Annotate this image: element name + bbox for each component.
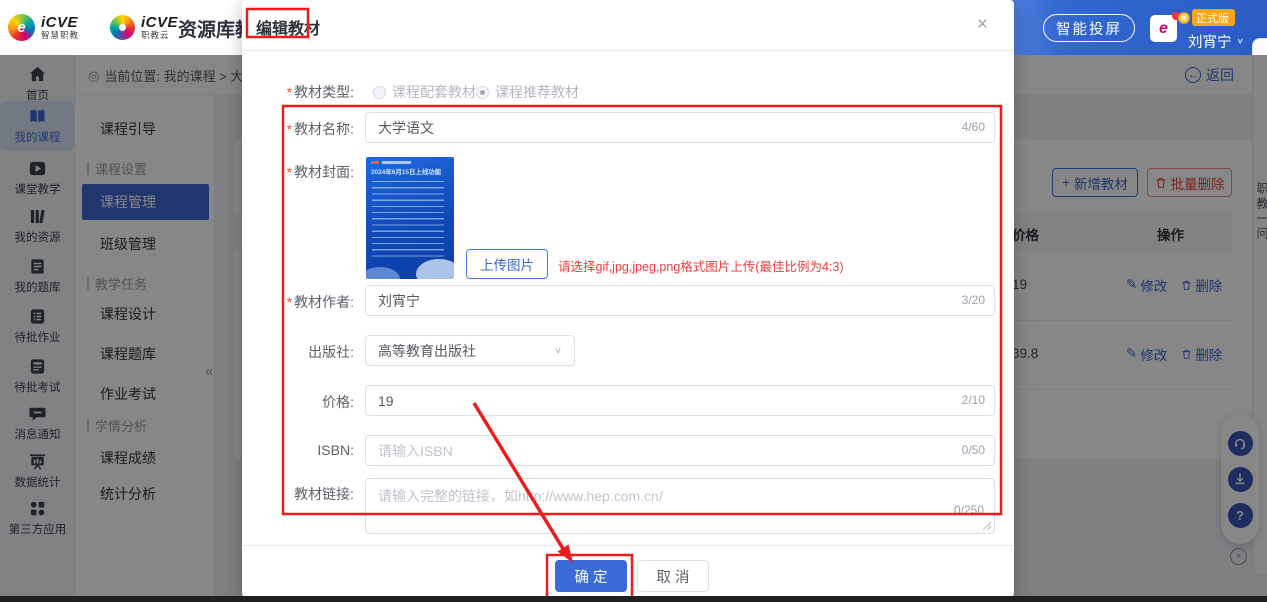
radio-option-bundled[interactable]: 课程配套教材 [373,82,476,102]
isbn-input[interactable] [365,435,995,466]
field-label-isbn: ISBN: [242,442,354,458]
divider [242,50,1014,51]
author-field-wrap: 3/20 [365,285,995,316]
shell-icon [110,15,135,40]
upload-image-button[interactable]: 上传图片 [466,249,548,279]
price-input[interactable] [365,385,995,416]
logo-sub: 职教云 [141,31,178,40]
username-text: 刘宵宁 [1188,31,1232,52]
resize-handle-icon[interactable] [982,521,992,531]
edit-textbook-dialog: 编辑教材 × *教材类型: 课程配套教材 课程推荐教材 *教材名称: 4/60 … [242,0,1014,597]
radio-checked-icon [476,86,489,99]
required-marker: * [287,164,292,180]
char-counter: 4/60 [962,120,985,134]
icve-zhijiaoyun-logo: iCVE 职教云 [110,15,178,40]
logo-brand: iCVE [141,15,178,31]
confirm-button[interactable]: 确定 [555,560,627,592]
user-menu[interactable]: 刘宵宁 ∨ [1188,31,1244,52]
platform-title: 资源库教 [178,15,242,42]
chevron-down-icon: ∨ [554,346,562,356]
poster-cloud-art [366,267,400,279]
poster-logo-row [371,161,431,164]
radio-option-recommended[interactable]: 课程推荐教材 [476,82,579,102]
required-marker: * [287,294,292,310]
field-label-cover: *教材封面: [242,162,354,182]
char-counter: 3/20 [962,293,985,307]
radio-label: 课程推荐教材 [495,82,579,102]
version-badge: 正式版 [1192,9,1235,26]
chevron-down-icon: ∨ [1237,37,1244,46]
publisher-select[interactable]: 高等教育出版社 ∨ [365,335,575,366]
textbook-link-textarea[interactable]: 请输入完整的链接，如http://www.hep.com.cn/ 0/250 [365,478,995,534]
upload-format-hint: 请选择gif,jpg,jpeg,png格式图片上传(最佳比例为4:3) [558,256,844,275]
poster-cloud-art [416,259,454,279]
isbn-field-wrap: 0/50 [365,435,995,466]
name-field-wrap: 4/60 [365,112,995,143]
field-label-name: *教材名称: [242,119,354,139]
author-input[interactable] [365,285,995,316]
icve-zhihuizhijiao-logo: iCVE 智慧职教 [8,14,79,41]
radio-icon [373,86,386,99]
poster-text-lines [372,181,444,259]
divider [242,545,1014,546]
version-badge-wrap: ★ 正式版 [1178,9,1235,26]
field-label-publisher: 出版社: [242,342,354,362]
cancel-button[interactable]: 取消 [637,560,709,592]
icve-swirl-icon [8,14,35,41]
link-placeholder: 请输入完整的链接，如http://www.hep.com.cn/ [378,486,663,506]
required-marker: * [287,121,292,137]
bottom-edge-bar [0,596,1267,602]
required-marker: * [287,84,292,100]
field-label-author: *教材作者: [242,292,354,312]
char-counter: 2/10 [962,393,985,407]
dialog-title: 编辑教材 [256,15,320,39]
screen: iCVE 智慧职教 iCVE 职教云 资源库教 智能投屏 ★ 正式版 刘宵宁 ∨… [0,0,1267,602]
logo-brand: iCVE [41,15,79,31]
field-label-type: *教材类型: [242,82,354,102]
app-launcher-icon[interactable] [1150,15,1177,42]
publisher-value: 高等教育出版社 [378,341,476,361]
field-label-link: 教材链接: [242,484,354,504]
smart-cast-button[interactable]: 智能投屏 [1043,14,1135,42]
textbook-name-input[interactable] [365,112,995,143]
poster-title: 2024年6月15日上线功能 [371,167,441,176]
close-icon[interactable]: × [977,14,988,36]
field-label-price: 价格: [242,392,354,412]
medal-icon: ★ [1178,12,1190,24]
logo-sub: 智慧职教 [41,31,79,40]
radio-label: 课程配套教材 [392,82,476,102]
textbook-cover-image: 2024年6月15日上线功能 [366,157,454,279]
char-counter: 0/250 [954,503,984,517]
char-counter: 0/50 [962,443,985,457]
price-field-wrap: 2/10 [365,385,995,416]
